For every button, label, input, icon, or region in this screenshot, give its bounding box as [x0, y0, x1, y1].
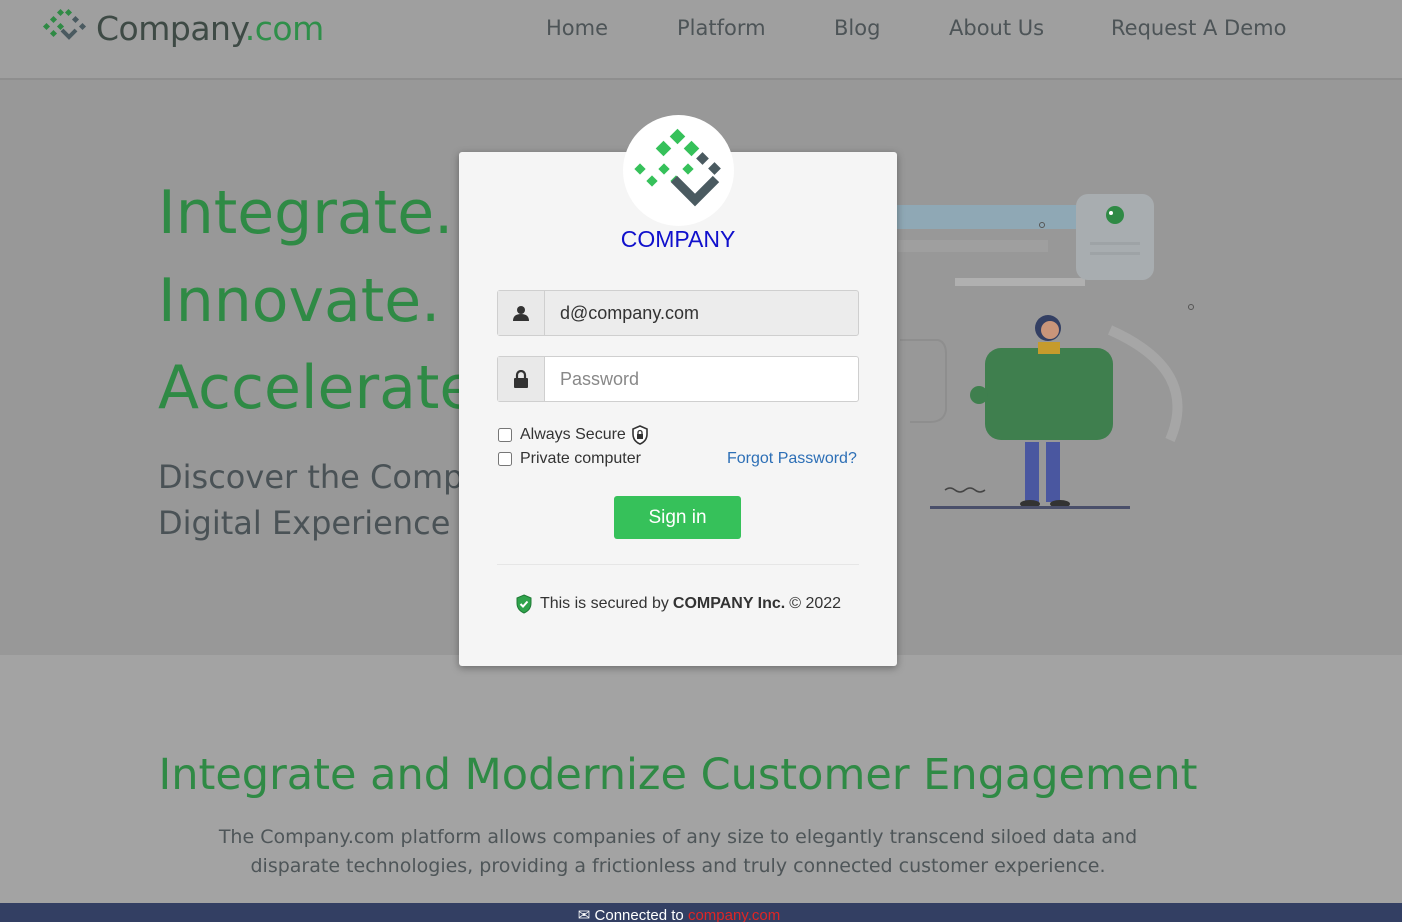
nav-blog[interactable]: Blog [834, 16, 880, 40]
sign-in-button[interactable]: Sign in [614, 496, 741, 539]
connected-link[interactable]: company.com [688, 907, 780, 922]
always-secure-checkbox[interactable] [498, 428, 512, 442]
user-icon [498, 291, 545, 335]
secured-company: COMPANY Inc. [672, 595, 786, 612]
hero-subtitle-line-1: Discover the Compa [158, 458, 484, 496]
forgot-password-link[interactable]: Forgot Password? [727, 450, 857, 468]
company-logo-icon [42, 8, 87, 40]
private-computer-label: Private computer [520, 450, 641, 467]
login-brand: COMPANY [620, 226, 736, 252]
always-secure-row: Always Secure [497, 425, 649, 445]
mail-icon: ✉ [577, 907, 591, 922]
email-input[interactable] [545, 291, 858, 335]
shield-lock-icon [632, 425, 648, 445]
site-header: Company.com Home Platform Blog About Us … [0, 0, 1402, 80]
nav-home[interactable]: Home [546, 16, 608, 40]
engagement-section: Integrate and Modernize Customer Engagem… [0, 655, 1402, 903]
private-computer-checkbox[interactable] [498, 452, 512, 466]
lock-icon [498, 357, 545, 401]
site-brand[interactable]: Company.com [42, 8, 324, 48]
secured-prefix: This is secured by [539, 595, 669, 612]
hero-illustration [890, 194, 1194, 509]
section-title: Integrate and Modernize Customer Engagem… [158, 750, 1198, 800]
always-secure-label: Always Secure [520, 426, 626, 443]
company-logo [623, 115, 734, 226]
password-field [497, 356, 859, 402]
hero-line-innovate: Innovate. [158, 266, 441, 336]
password-input[interactable] [545, 357, 858, 401]
nav-request-demo[interactable]: Request A Demo [1111, 16, 1286, 40]
nav-about-us[interactable]: About Us [949, 16, 1044, 40]
modal-divider [497, 564, 859, 565]
section-body: The Company.com platform allows companie… [218, 826, 1138, 877]
connected-prefix: Connected to [594, 907, 684, 922]
connection-status-bar: ✉ Connected to company.com [0, 903, 1402, 922]
email-field [497, 290, 859, 336]
hero-line-integrate: Integrate. [158, 178, 454, 248]
secured-notice: This is secured by COMPANY Inc. © 2022 [459, 594, 897, 614]
shield-check-icon [516, 594, 532, 614]
secured-suffix: © 2022 [789, 595, 842, 612]
company-logo-icon [634, 128, 721, 207]
brand-tld: .com [244, 8, 324, 48]
brand-name: Company.com [96, 8, 324, 48]
nav-platform[interactable]: Platform [677, 16, 766, 40]
private-computer-row: Private computer [497, 450, 641, 468]
hero-line-accelerate: Accelerate. [158, 353, 496, 423]
hero-subtitle-line-2: Digital Experience F [158, 504, 479, 542]
